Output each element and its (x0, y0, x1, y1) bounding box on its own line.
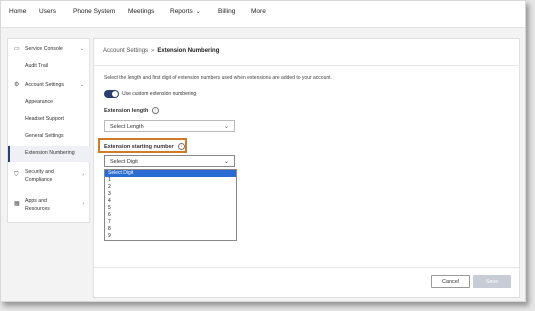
toggle-label: Use custom extension numbering (122, 91, 197, 97)
sidebar-item-label: Security and (25, 169, 54, 175)
chevron-right-icon: › (82, 172, 84, 178)
extension-length-label-text: Extension length (104, 107, 149, 114)
extension-length-value: Select Length (110, 124, 144, 130)
dropdown-option[interactable]: Select Digit (105, 170, 236, 177)
nav-phone-system[interactable]: Phone System (73, 8, 115, 15)
sidebar-item-label: Extension Numbering (25, 150, 75, 156)
nav-more[interactable]: More (251, 8, 266, 15)
dropdown-option[interactable]: 9 (105, 233, 236, 240)
info-icon[interactable]: i (177, 143, 185, 150)
dropdown-option[interactable]: 2 (105, 184, 236, 191)
sidebar-item-label: Apps and (25, 198, 47, 204)
extension-starting-number-value: Select Digit (110, 159, 138, 165)
apps-grid-icon: ▦ (14, 201, 20, 207)
header-divider (94, 65, 519, 66)
cancel-button[interactable]: Cancel (431, 275, 470, 288)
dropdown-option[interactable]: 1 (105, 177, 236, 184)
info-icon[interactable]: i (152, 107, 160, 114)
top-navigation: Home Users Phone System Meetings Reports… (1, 1, 525, 28)
chevron-down-icon: ⌄ (79, 46, 84, 52)
sidebar-item-apps-resources[interactable]: ▦ Apps and Resources › (8, 198, 89, 213)
sidebar-item-account-settings[interactable]: ⚙ Account Settings ⌄ (8, 82, 89, 89)
dropdown-option[interactable]: 4 (105, 198, 236, 205)
chevron-down-icon: ⌄ (79, 82, 84, 88)
extension-starting-number-label-text: Extension starting number (104, 143, 174, 150)
save-button[interactable]: Save (473, 275, 511, 288)
sidebar-item-audit-trail[interactable]: Audit Trail (8, 63, 89, 70)
nav-reports[interactable]: Reports ⌄ (170, 8, 201, 15)
sidebar-item-appearance[interactable]: Appearance (8, 99, 89, 106)
sidebar-item-label: Compliance (25, 177, 53, 183)
app-window: Home Users Phone System Meetings Reports… (0, 0, 526, 302)
dropdown-option[interactable]: 6 (105, 212, 236, 219)
dropdown-option[interactable]: 5 (105, 205, 236, 212)
chevron-down-icon: ⌄ (223, 159, 229, 165)
main-panel: Account Settings» Extension Numbering Sel… (93, 38, 520, 298)
page-title: Extension Numbering (157, 48, 220, 54)
sidebar-item-service-console[interactable]: ▭ Service Console ⌄ (8, 46, 89, 53)
sidebar-item-label: General Settings (25, 133, 64, 139)
nav-users[interactable]: Users (39, 8, 56, 15)
breadcrumb-separator: » (151, 48, 155, 54)
toggle-knob (112, 91, 118, 97)
nav-home[interactable]: Home (9, 8, 26, 15)
chevron-down-icon: ⌄ (223, 124, 229, 130)
footer-divider (94, 267, 519, 268)
sidebar-item-label: Headset Support (25, 116, 64, 122)
sidebar-item-extension-numbering[interactable]: Extension Numbering (8, 146, 91, 162)
breadcrumb-parent[interactable]: Account Settings (103, 48, 148, 54)
sidebar: ▭ Service Console ⌄ Audit Trail ⚙ Accoun… (7, 38, 91, 223)
dropdown-option[interactable]: 8 (105, 226, 236, 233)
extension-starting-number-select[interactable]: Select Digit ⌄ (104, 155, 235, 167)
sidebar-item-label: Resources (25, 206, 50, 212)
sidebar-item-label: Audit Trail (25, 63, 49, 69)
sidebar-item-label: Appearance (25, 99, 53, 105)
description-text: Select the length and first digit of ext… (104, 75, 332, 81)
sidebar-item-general-settings[interactable]: General Settings (8, 133, 89, 140)
sidebar-item-headset-support[interactable]: Headset Support (8, 116, 89, 123)
dropdown-option[interactable]: 3 (105, 191, 236, 198)
sidebar-item-label: Account Settings (25, 82, 64, 88)
sidebar-item-label: Service Console (25, 46, 63, 52)
chevron-down-icon: ⌄ (195, 9, 201, 15)
nav-billing[interactable]: Billing (218, 8, 235, 15)
custom-numbering-toggle[interactable] (104, 90, 119, 98)
console-icon: ▭ (14, 46, 20, 52)
shield-icon: ⛉ (14, 172, 19, 178)
breadcrumb: Account Settings» Extension Numbering (103, 48, 219, 54)
extension-length-select[interactable]: Select Length ⌄ (104, 120, 235, 132)
starting-number-dropdown: Select Digit 1 2 3 4 5 6 7 8 9 (104, 169, 237, 241)
nav-meetings[interactable]: Meetings (128, 8, 154, 15)
sidebar-item-security-compliance[interactable]: ⛉ Security and Compliance › (8, 169, 89, 184)
dropdown-option[interactable]: 7 (105, 219, 236, 226)
extension-length-label: Extension length i (104, 107, 160, 114)
nav-reports-label: Reports (170, 8, 193, 15)
extension-starting-number-label: Extension starting number i (104, 143, 185, 150)
chevron-right-icon: › (82, 201, 84, 207)
gear-icon: ⚙ (14, 82, 20, 88)
